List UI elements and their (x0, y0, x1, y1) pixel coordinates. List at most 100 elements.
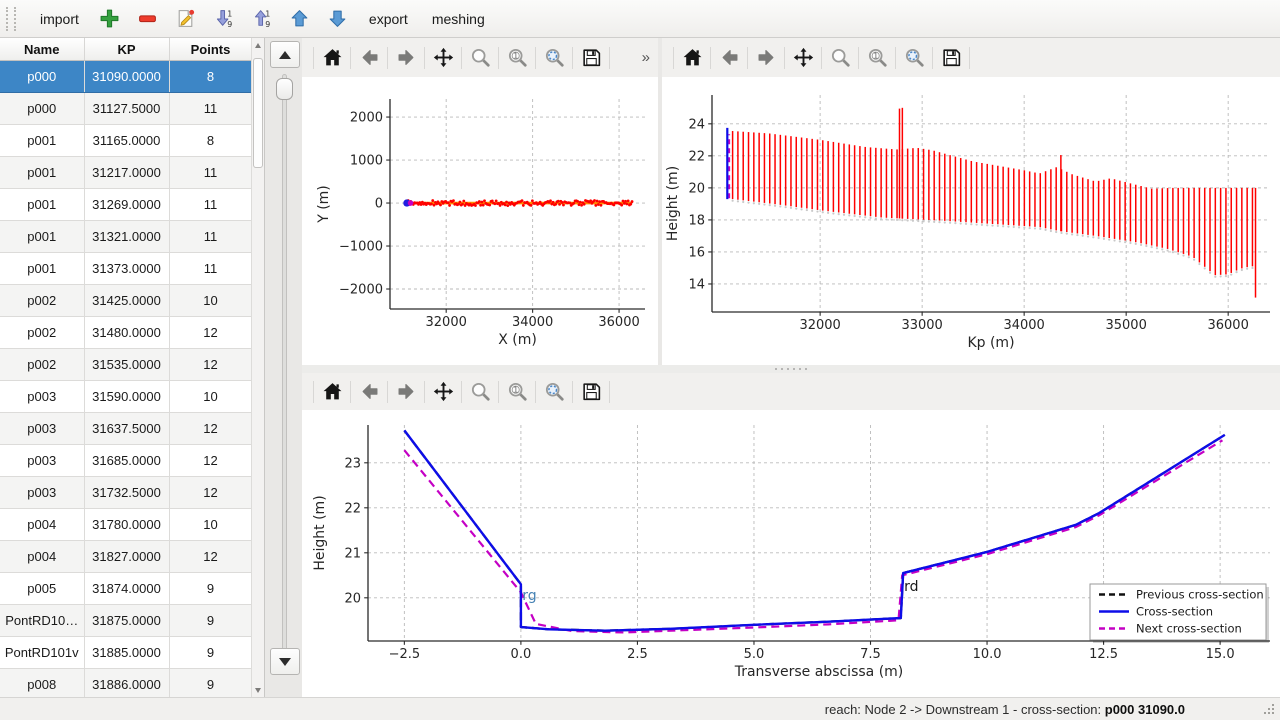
table-cell[interactable]: p004 (0, 509, 84, 541)
table-cell[interactable]: p000 (0, 93, 84, 125)
column-header-points[interactable]: Points (169, 38, 252, 61)
export-button[interactable]: export (363, 7, 414, 31)
zoom-region-button[interactable]: 1 (502, 43, 532, 73)
pan-button[interactable] (788, 43, 818, 73)
table-cell[interactable]: 31685.0000 (84, 445, 169, 477)
table-cell[interactable]: p005 (0, 573, 84, 605)
table-row[interactable]: p00131269.000011 (0, 189, 252, 221)
table-cell[interactable]: 31875.0000 (84, 605, 169, 637)
table-cell[interactable]: p004 (0, 541, 84, 573)
table-cell[interactable]: p001 (0, 157, 84, 189)
table-row[interactable]: p00331637.500012 (0, 413, 252, 445)
zoom-region-button[interactable]: 1 (862, 43, 892, 73)
horizontal-splitter[interactable] (302, 365, 1280, 373)
add-cross-section-button[interactable] (97, 6, 123, 32)
table-cell[interactable]: p003 (0, 445, 84, 477)
table-cell[interactable]: 31321.0000 (84, 221, 169, 253)
slider-down-button[interactable] (270, 648, 300, 675)
table-cell[interactable]: 12 (169, 477, 252, 509)
table-cell[interactable]: 31269.0000 (84, 189, 169, 221)
table-cell[interactable]: 11 (169, 221, 252, 253)
table-cell[interactable]: 12 (169, 541, 252, 573)
scrollbar-down-arrow[interactable] (253, 684, 263, 696)
table-cell[interactable]: p001 (0, 189, 84, 221)
table-cell[interactable]: 12 (169, 349, 252, 381)
table-row[interactable]: p00031090.00008 (0, 61, 252, 93)
slider-up-button[interactable] (270, 41, 300, 68)
table-cell[interactable]: 9 (169, 605, 252, 637)
table-row[interactable]: p00231480.000012 (0, 317, 252, 349)
table-cell[interactable]: 31535.0000 (84, 349, 169, 381)
scrollbar-up-arrow[interactable] (253, 39, 263, 51)
table-cell[interactable]: 8 (169, 125, 252, 157)
move-up-button[interactable] (287, 6, 313, 32)
table-row[interactable]: PontRD101v31885.00009 (0, 637, 252, 669)
table-row[interactable]: p00131373.000011 (0, 253, 252, 285)
table-scrollbar[interactable] (251, 38, 264, 697)
table-cell[interactable]: 11 (169, 93, 252, 125)
table-row[interactable]: p00331590.000010 (0, 381, 252, 413)
table-cell[interactable]: 31127.5000 (84, 93, 169, 125)
table-cell[interactable]: 9 (169, 573, 252, 605)
home-button[interactable] (677, 43, 707, 73)
table-cell[interactable]: p002 (0, 349, 84, 381)
toolbar-drag-handle[interactable] (6, 7, 16, 31)
table-row[interactable]: p00131321.000011 (0, 221, 252, 253)
table-cell[interactable]: 31480.0000 (84, 317, 169, 349)
delete-cross-section-button[interactable] (135, 6, 161, 32)
table-cell[interactable]: p003 (0, 381, 84, 413)
table-cell[interactable]: 31590.0000 (84, 381, 169, 413)
pan-button[interactable] (428, 377, 458, 407)
table-cell[interactable]: 31732.5000 (84, 477, 169, 509)
table-row[interactable]: p00431827.000012 (0, 541, 252, 573)
slider-track[interactable] (282, 74, 287, 652)
table-cell[interactable]: 10 (169, 509, 252, 541)
zoom-region-button[interactable]: 1 (502, 377, 532, 407)
zoom-button[interactable] (465, 43, 495, 73)
table-cell[interactable]: 10 (169, 381, 252, 413)
table-cell[interactable]: 10 (169, 285, 252, 317)
zoom-fit-button[interactable] (539, 377, 569, 407)
table-cell[interactable]: 9 (169, 637, 252, 669)
back-button[interactable] (354, 377, 384, 407)
import-button[interactable]: import (34, 7, 85, 31)
plan-view-canvas[interactable]: 320003400036000−2000−1000010002000X (m)Y… (302, 77, 658, 365)
table-row[interactable]: p00831886.00009 (0, 669, 252, 698)
table-cell[interactable]: 31886.0000 (84, 669, 169, 698)
table-cell[interactable]: p008 (0, 669, 84, 698)
table-cell[interactable]: p001 (0, 253, 84, 285)
table-cell[interactable]: 12 (169, 445, 252, 477)
sort-descending-button[interactable]: 19 (211, 6, 237, 32)
table-row[interactable]: p00531874.00009 (0, 573, 252, 605)
scrollbar-thumb[interactable] (253, 58, 263, 168)
slider-handle[interactable] (276, 78, 293, 100)
table-cell[interactable]: 12 (169, 317, 252, 349)
table-row[interactable]: p00231425.000010 (0, 285, 252, 317)
save-button[interactable] (576, 377, 606, 407)
table-cell[interactable]: PontRD101v (0, 637, 84, 669)
back-button[interactable] (714, 43, 744, 73)
resize-grip[interactable] (1264, 704, 1276, 716)
table-cell[interactable]: 31373.0000 (84, 253, 169, 285)
table-cell[interactable]: 11 (169, 253, 252, 285)
zoom-fit-button[interactable] (899, 43, 929, 73)
table-cell[interactable]: 9 (169, 669, 252, 698)
table-cell[interactable]: 31165.0000 (84, 125, 169, 157)
table-cell[interactable]: p000 (0, 61, 84, 93)
longitudinal-profile-canvas[interactable]: 3200033000340003500036000141618202224Kp … (662, 77, 1280, 365)
table-cell[interactable]: PontRD10… (0, 605, 84, 637)
zoom-button[interactable] (465, 377, 495, 407)
home-button[interactable] (317, 43, 347, 73)
table-row[interactable]: p00131165.00008 (0, 125, 252, 157)
table-row[interactable]: p00231535.000012 (0, 349, 252, 381)
table-cell[interactable]: 11 (169, 157, 252, 189)
table-cell[interactable]: 8 (169, 61, 252, 93)
forward-button[interactable] (391, 43, 421, 73)
table-row[interactable]: p00031127.500011 (0, 93, 252, 125)
save-button[interactable] (576, 43, 606, 73)
table-cell[interactable]: p001 (0, 125, 84, 157)
home-button[interactable] (317, 377, 347, 407)
table-cell[interactable]: p001 (0, 221, 84, 253)
table-row[interactable]: p00331732.500012 (0, 477, 252, 509)
table-row[interactable]: p00331685.000012 (0, 445, 252, 477)
